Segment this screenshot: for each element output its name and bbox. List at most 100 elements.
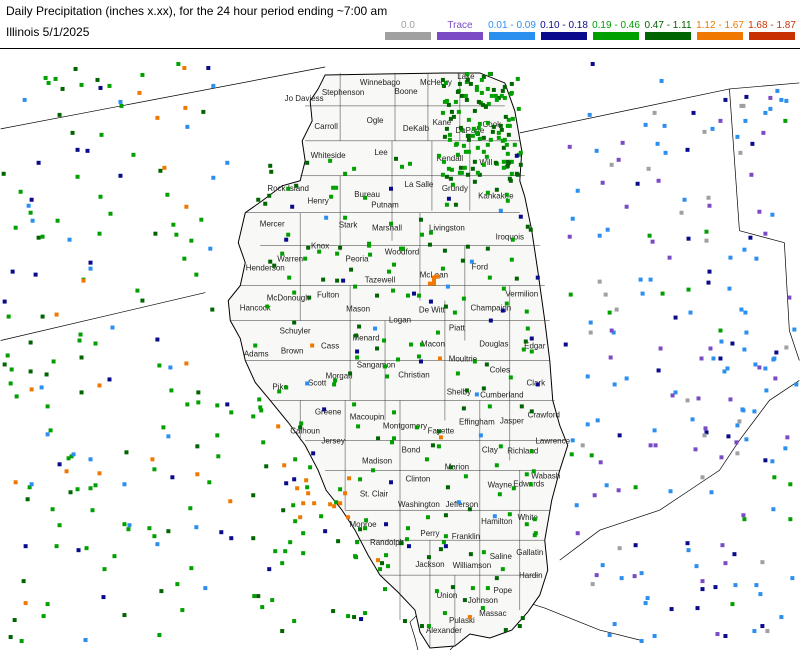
station-marker [98, 85, 103, 90]
station-marker [321, 277, 326, 282]
county-label: Coles [490, 365, 510, 374]
station-marker [256, 594, 261, 599]
station-marker [448, 116, 453, 121]
station-marker [612, 622, 617, 627]
station-marker [470, 586, 475, 591]
station-marker [691, 110, 696, 115]
station-marker [353, 284, 358, 289]
station-marker [479, 90, 484, 95]
station-marker [570, 216, 575, 221]
station-marker [358, 527, 363, 532]
station-marker [679, 210, 684, 215]
station-marker [332, 382, 337, 387]
station-marker [286, 232, 291, 237]
station-marker [487, 404, 492, 409]
station-marker [718, 356, 723, 361]
station-marker [267, 567, 272, 572]
station-marker [597, 233, 602, 238]
station-marker [633, 543, 638, 548]
station-marker [426, 624, 431, 629]
station-marker [390, 440, 395, 445]
station-marker [460, 258, 465, 263]
station-marker [509, 81, 514, 86]
station-marker [328, 502, 333, 507]
station-marker [122, 522, 127, 527]
station-marker [322, 407, 327, 412]
station-marker [723, 97, 728, 102]
station-marker [207, 480, 212, 485]
station-marker [260, 605, 265, 610]
station-marker [632, 574, 637, 579]
station-marker [453, 202, 458, 207]
station-marker [763, 458, 768, 463]
county-label: Effingham [459, 417, 495, 426]
station-marker [485, 246, 490, 251]
station-marker [251, 414, 256, 419]
station-marker [127, 523, 132, 528]
station-marker [358, 477, 363, 482]
station-marker [456, 109, 461, 114]
station-marker [442, 134, 447, 139]
station-marker [152, 534, 157, 539]
station-marker [472, 359, 477, 364]
station-marker [494, 187, 499, 192]
station-marker [515, 76, 520, 81]
county-label: Brown [281, 346, 304, 355]
station-marker [140, 298, 145, 303]
station-marker [788, 482, 793, 487]
station-marker [739, 307, 744, 312]
station-marker [264, 464, 269, 469]
station-marker [788, 517, 793, 522]
station-marker [219, 530, 224, 535]
station-marker [78, 332, 83, 337]
station-marker [229, 410, 234, 415]
station-marker [110, 325, 115, 330]
county-label: Stephenson [322, 88, 365, 97]
station-marker [363, 611, 368, 616]
station-marker [392, 436, 397, 441]
station-marker [535, 275, 540, 280]
station-marker [411, 291, 416, 296]
county-label: Perry [420, 529, 439, 538]
station-marker [447, 132, 452, 137]
station-marker [792, 327, 797, 332]
station-marker [311, 451, 316, 456]
station-marker [83, 638, 88, 643]
legend-label: 0.19 - 0.46 [592, 20, 640, 31]
station-marker [444, 174, 449, 179]
station-marker [418, 359, 423, 364]
station-marker [643, 601, 648, 606]
station-marker [464, 71, 469, 76]
station-marker [617, 433, 622, 438]
station-marker [484, 154, 489, 159]
station-marker [298, 515, 303, 520]
station-marker [715, 632, 720, 637]
precip-map-page: Daily Precipitation (inches x.xx), for t… [0, 0, 800, 650]
legend-swatch [697, 32, 743, 40]
county-label: Massac [479, 609, 506, 618]
station-marker [496, 130, 501, 135]
station-marker [75, 147, 80, 152]
station-marker [733, 583, 738, 588]
station-marker [455, 371, 460, 376]
station-marker [29, 387, 34, 392]
station-marker [425, 515, 430, 520]
map-header: Daily Precipitation (inches x.xx), for t… [0, 0, 800, 48]
station-marker [496, 135, 501, 140]
station-marker [643, 122, 648, 127]
station-marker [531, 469, 536, 474]
legend-swatch [593, 32, 639, 40]
station-marker [708, 346, 713, 351]
station-marker [299, 421, 304, 426]
station-marker [477, 121, 482, 126]
station-marker [469, 259, 474, 264]
station-marker [199, 217, 204, 222]
station-marker [510, 237, 515, 242]
station-marker [29, 197, 34, 202]
station-marker [505, 123, 510, 128]
legend-item: Trace [436, 20, 484, 42]
station-marker [450, 182, 455, 187]
station-marker [67, 237, 72, 242]
station-marker [477, 136, 482, 141]
station-marker [742, 347, 747, 352]
